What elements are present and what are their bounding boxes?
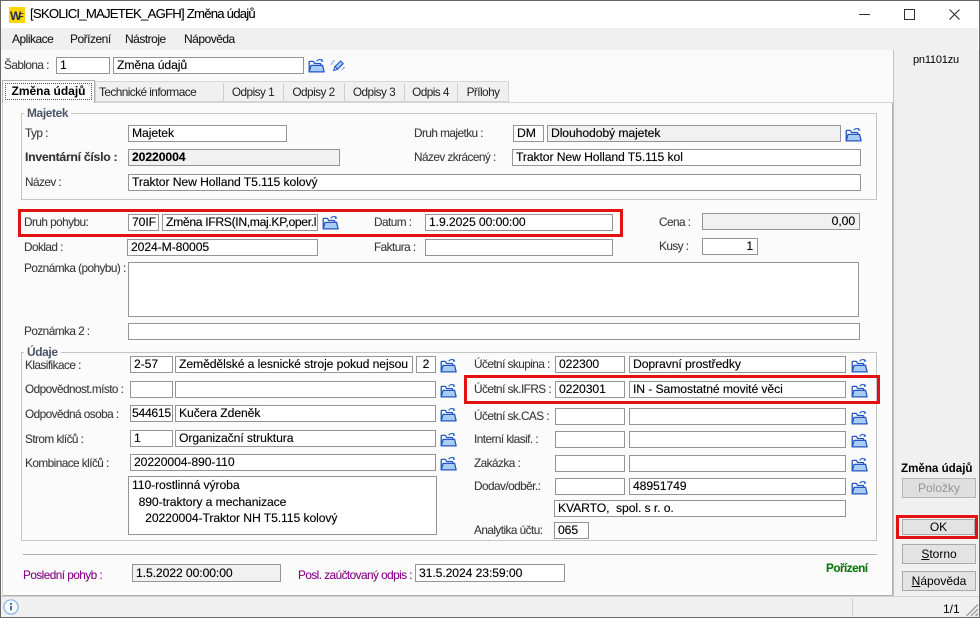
svg-text:F: F bbox=[19, 11, 24, 21]
